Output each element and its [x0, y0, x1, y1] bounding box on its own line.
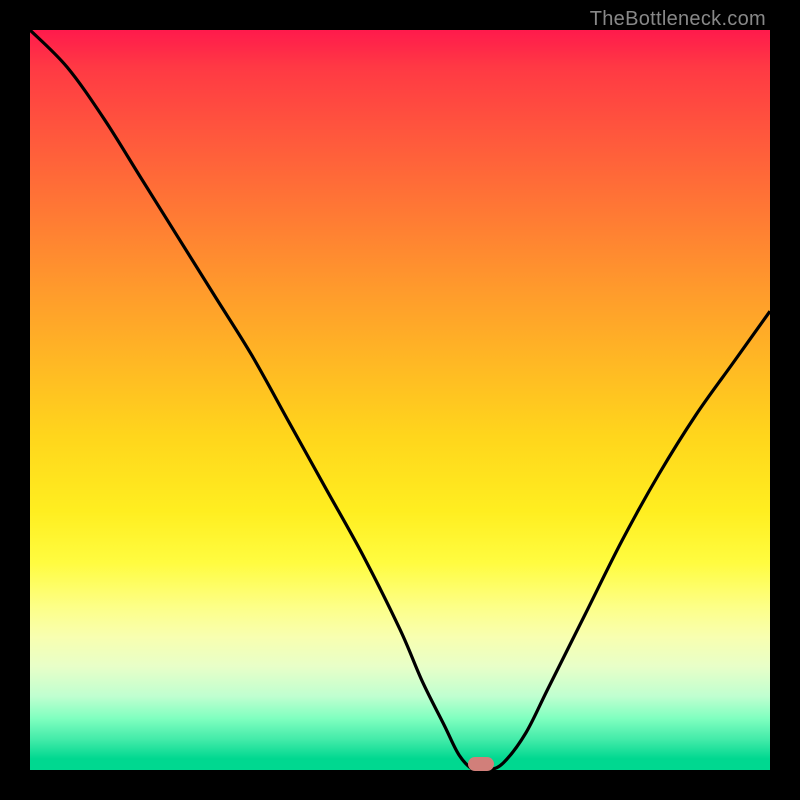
optimal-point-marker: [468, 757, 494, 771]
curve-svg: [30, 30, 770, 770]
chart-plot-area: [30, 30, 770, 770]
bottleneck-curve-line: [30, 30, 770, 770]
watermark-text: TheBottleneck.com: [590, 8, 766, 31]
